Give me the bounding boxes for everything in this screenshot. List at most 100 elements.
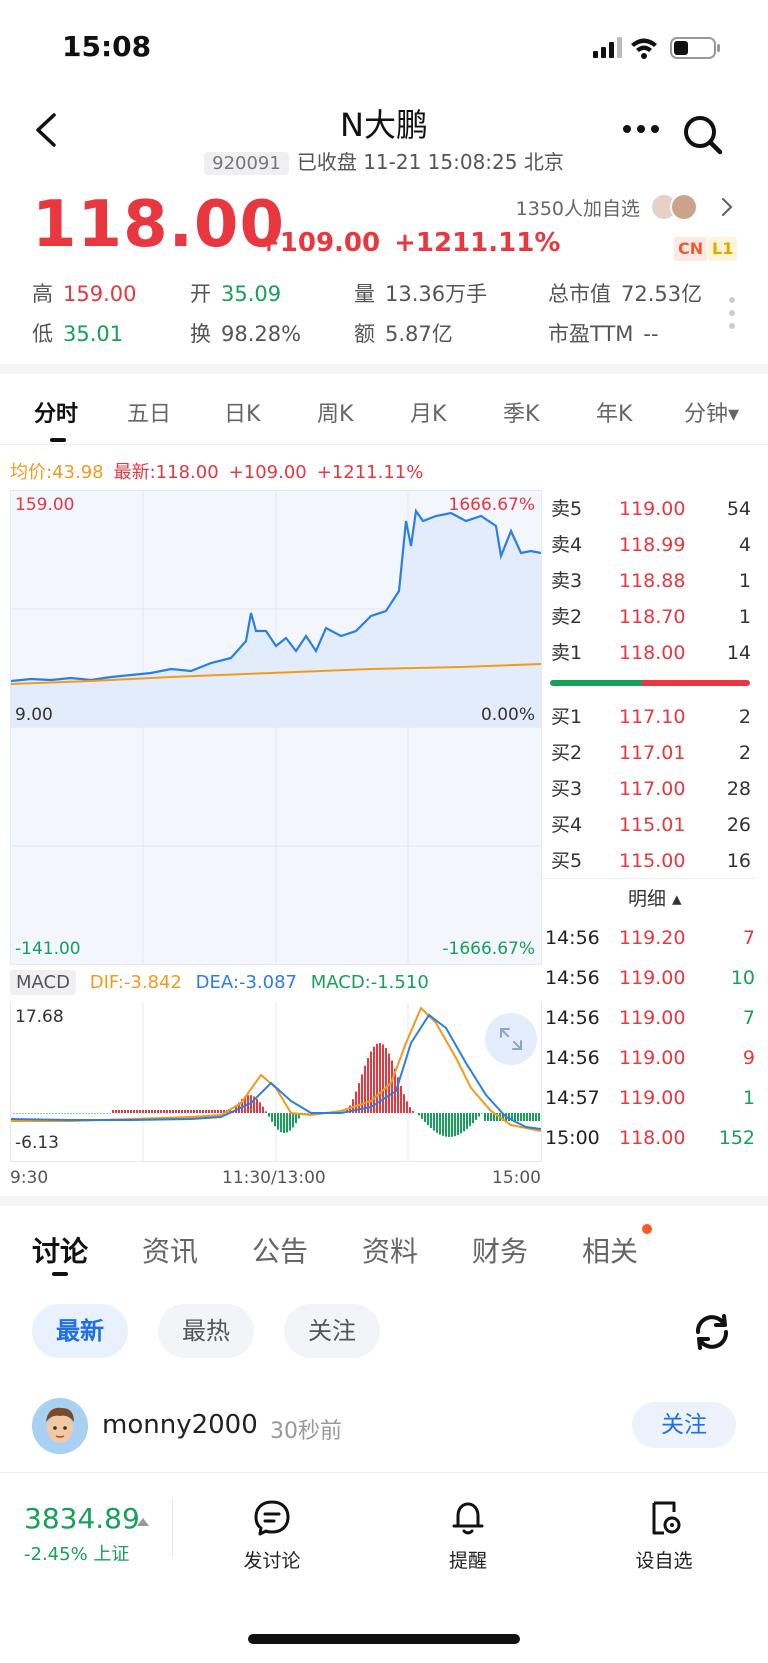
status-icons (593, 36, 733, 64)
tab-daily-k[interactable]: 日K (224, 396, 260, 428)
macd-chart[interactable]: 17.68 -6.13 (10, 1003, 542, 1162)
y-axis-bottom-pct: -1666.67% (442, 939, 535, 959)
battery-icon (670, 37, 720, 59)
tab-monthly-k[interactable]: 月K (410, 396, 446, 428)
trade-detail-toggle[interactable]: 明细 ▴ (628, 884, 682, 911)
macd-histogram-bar (133, 1110, 135, 1113)
follower-avatars[interactable] (650, 192, 714, 222)
macd-histogram-bar (166, 1110, 168, 1113)
stat-market-cap: 总市值 72.53亿 (548, 282, 703, 306)
filter-following[interactable]: 关注 (284, 1304, 380, 1358)
macd-histogram-bar (403, 1094, 405, 1113)
tab-discussion[interactable]: 讨论 (32, 1230, 88, 1270)
followers-count[interactable]: 1350人加自选 (516, 194, 640, 221)
y-axis-bottom: -141.00 (15, 939, 81, 959)
more-button[interactable] (622, 120, 660, 139)
y-axis-top: 159.00 (15, 495, 75, 515)
macd-histogram-bar (466, 1113, 468, 1129)
macd-histogram-bar (373, 1046, 375, 1113)
macd-histogram-bar (124, 1110, 126, 1113)
macd-histogram-bar (424, 1113, 426, 1123)
search-icon (684, 116, 723, 155)
macd-histogram-bar (484, 1113, 486, 1121)
macd-histogram-bar (112, 1110, 114, 1113)
filter-latest[interactable]: 最新 (32, 1304, 128, 1358)
add-watchlist-button[interactable]: 设自选 (604, 1498, 724, 1573)
macd-histogram-bar (193, 1110, 195, 1113)
chevron-right-icon (721, 197, 733, 217)
index-value[interactable]: 3834.89 (24, 1502, 140, 1535)
macd-histogram-bar (538, 1113, 540, 1121)
macd-histogram-bar (400, 1085, 402, 1113)
tab-weekly-k[interactable]: 周K (317, 396, 353, 428)
tab-yearly-k[interactable]: 年K (596, 396, 632, 428)
tab-minute-dropdown[interactable]: 分钟▾ (684, 396, 739, 428)
intraday-legend: 均价:43.98 最新:118.00 +109.00 +1211.11% (10, 458, 433, 484)
follow-button[interactable]: 关注 (632, 1402, 736, 1448)
tab-financials[interactable]: 财务 (472, 1230, 528, 1270)
ask-row-4: 卖4 118.99 4 (551, 534, 751, 556)
macd-dea: DEA:-3.087 (195, 972, 297, 993)
macd-histogram-bar (490, 1113, 492, 1121)
tab-announcements[interactable]: 公告 (252, 1230, 308, 1270)
macd-histogram-bar (109, 1113, 111, 1114)
macd-histogram-bar (151, 1110, 153, 1113)
tab-quarterly-k[interactable]: 季K (503, 396, 539, 428)
macd-histogram-bar (451, 1113, 453, 1137)
tab-profile[interactable]: 资料 (362, 1230, 418, 1270)
tab-news[interactable]: 资讯 (142, 1230, 198, 1270)
expand-stats-button[interactable] (728, 296, 736, 334)
macd-histogram-bar (307, 1113, 309, 1114)
alert-label: 提醒 (448, 1550, 487, 1572)
macd-histogram-bar (199, 1110, 201, 1113)
macd-histogram-bar (145, 1110, 147, 1113)
latest-change-pct: +1211.11% (316, 462, 424, 483)
macd-histogram-bar (55, 1113, 57, 1114)
macd-histogram-bar (13, 1113, 15, 1114)
macd-histogram-bar (31, 1113, 33, 1114)
refresh-button[interactable] (690, 1310, 734, 1358)
filter-hot[interactable]: 最热 (158, 1304, 254, 1358)
tab-related[interactable]: 相关 (582, 1230, 638, 1270)
macd-histogram-bar (361, 1074, 363, 1113)
followers-chevron[interactable] (720, 196, 734, 222)
macd-histogram-bar (292, 1113, 294, 1128)
macd-histogram-bar (208, 1110, 210, 1113)
macd-histogram-bar (58, 1113, 60, 1114)
macd-histogram-bar (184, 1110, 186, 1113)
alert-button[interactable]: 提醒 (408, 1498, 528, 1573)
section-divider (0, 1196, 768, 1206)
stat-high: 高 159.00 (32, 282, 137, 306)
ask-row-5: 卖5 119.00 54 (551, 498, 751, 520)
search-button[interactable] (682, 114, 724, 160)
intraday-chart[interactable]: 159.00 1666.67% 9.00 0.00% -141.00 -1666… (10, 490, 542, 965)
macd-histogram-bar (34, 1113, 36, 1114)
avatar[interactable] (32, 1398, 88, 1454)
tab-intraday[interactable]: 分时 (34, 396, 78, 428)
macd-histogram-bar (127, 1110, 129, 1113)
y-axis-mid: 9.00 (15, 705, 53, 725)
macd-histogram-bar (115, 1110, 117, 1113)
expand-chart-button[interactable] (485, 1013, 537, 1065)
indicator-selector[interactable]: MACD (10, 970, 76, 995)
macd-histogram-bar (367, 1058, 369, 1113)
tab-underline (0, 444, 768, 445)
macd-histogram-bar (85, 1113, 87, 1114)
macd-dif: DIF:-3.842 (89, 972, 182, 993)
macd-histogram-bar (178, 1110, 180, 1113)
stat-volume: 量 13.36万手 (354, 282, 488, 306)
index-expand-icon[interactable] (136, 1512, 150, 1531)
post-discussion-button[interactable]: 发讨论 (212, 1498, 332, 1573)
post-username[interactable]: monny2000 (102, 1410, 258, 1440)
speech-bubble-icon (254, 1500, 290, 1536)
macd-histogram-bar (514, 1113, 516, 1121)
macd-histogram-bar (469, 1113, 471, 1127)
macd-histogram-bar (94, 1113, 96, 1114)
tab-five-day[interactable]: 五日 (127, 396, 171, 428)
stat-amount: 额 5.87亿 (354, 322, 453, 346)
macd-histogram-bar (259, 1102, 261, 1113)
macd-histogram-bar (535, 1113, 537, 1121)
ask-row-3: 卖3 118.88 1 (551, 570, 751, 592)
macd-histogram-bar (100, 1113, 102, 1114)
macd-value: MACD:-1.510 (310, 972, 429, 993)
